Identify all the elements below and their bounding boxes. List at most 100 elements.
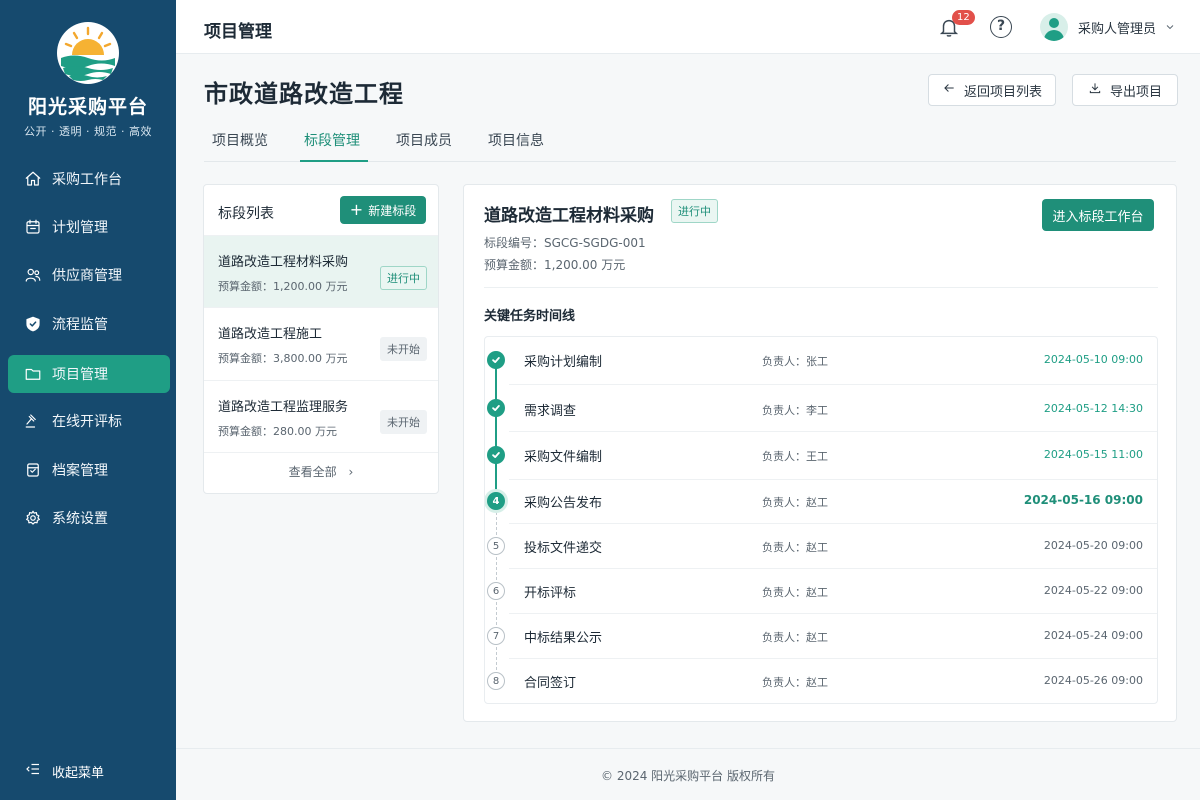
task-time: 2024-05-10 09:00 [1043, 353, 1143, 366]
sun-sea-logo [57, 22, 119, 84]
tab-members[interactable]: 项目成员 [396, 130, 456, 162]
segment-item[interactable]: 道路改造工程材料采购 预算金额：1,200.00 万元 进行中 [204, 235, 438, 307]
archive-icon [24, 461, 42, 479]
status-badge: 进行中 [671, 199, 718, 223]
users-icon [24, 266, 42, 284]
brand-name: 阳光采购平台 [27, 96, 148, 118]
task-name: 采购文件编制 [524, 450, 603, 465]
sidebar-item-archive[interactable]: 档案管理 [8, 451, 170, 489]
gear-icon [24, 509, 42, 527]
home-icon [24, 170, 42, 188]
tab-overview[interactable]: 项目概览 [212, 130, 272, 162]
notification-button[interactable]: 12 [938, 10, 975, 38]
back-to-list-button[interactable]: 返回项目列表 [928, 74, 1056, 106]
task-owner: 负责人：张工 [762, 355, 828, 368]
page-title: 市政道路改造工程 [204, 80, 404, 108]
export-button-label: 导出项目 [1109, 84, 1162, 100]
segment-budget: 预算金额：1,200.00 万元 [484, 258, 626, 272]
enter-workbench-button[interactable]: 进入标段工作台 [1042, 199, 1154, 231]
step-number: 4 [487, 492, 505, 510]
task-name: 投标文件递交 [524, 541, 603, 556]
sidebar-item-supplier[interactable]: 供应商管理 [8, 256, 170, 294]
status-badge: 未开始 [380, 410, 427, 434]
new-segment-button[interactable]: + 新建标段 [340, 196, 426, 224]
folder-icon [24, 365, 42, 383]
task-name: 需求调查 [524, 404, 577, 419]
help-icon[interactable]: ? [990, 16, 1012, 38]
task-time: 2024-05-22 09:00 [1043, 584, 1143, 597]
task-owner: 负责人：赵工 [762, 631, 828, 644]
timeline-row: 7 中标结果公示 负责人：赵工 2024-05-24 09:00 [487, 614, 1157, 659]
collapse-menu-button[interactable]: 收起菜单 [24, 760, 104, 782]
segment-item[interactable]: 道路改造工程施工 预算金额：3,800.00 万元 未开始 [204, 307, 438, 379]
sidebar-item-process[interactable]: 流程监管 [8, 305, 170, 343]
segment-detail-panel: 道路改造工程材料采购 进行中 标段编号：SGCG-SGDG-001 预算金额：1… [463, 184, 1177, 722]
gavel-icon [24, 412, 42, 430]
status-badge: 进行中 [380, 266, 427, 290]
collapse-label: 收起菜单 [52, 765, 105, 781]
segment-name: 道路改造工程监理服务 [218, 400, 349, 415]
sidebar: 阳光采购平台 公开 · 透明 · 规范 · 高效 采购工作台 计划管理 供应商管… [0, 0, 176, 800]
sidebar-item-bidding[interactable]: 在线开评标 [8, 402, 170, 440]
task-owner: 负责人：赵工 [762, 496, 828, 509]
export-project-button[interactable]: 导出项目 [1072, 74, 1178, 106]
task-owner: 负责人：赵工 [762, 676, 828, 689]
view-all-link[interactable]: 查看全部 › [204, 463, 438, 480]
chevron-right-icon: › [348, 465, 354, 479]
task-name: 采购公告发布 [524, 496, 603, 511]
notification-badge: 12 [952, 10, 975, 25]
header-title: 项目管理 [204, 22, 272, 42]
timeline-row: 采购文件编制 负责人：王工 2024-05-15 11:00 [487, 432, 1157, 480]
task-name: 中标结果公示 [524, 631, 603, 646]
segment-name: 道路改造工程材料采购 [218, 255, 349, 270]
timeline-row-current: 4 采购公告发布 负责人：赵工 2024-05-16 09:00 [487, 480, 1157, 524]
brand-slogan: 公开 · 透明 · 规范 · 高效 [24, 125, 152, 138]
task-time: 2024-05-15 11:00 [1043, 448, 1143, 461]
tab-segments[interactable]: 标段管理 [300, 130, 368, 162]
top-header: 项目管理 12 ? 采购人管理员 [176, 0, 1200, 54]
sidebar-item-label: 供应商管理 [52, 268, 122, 284]
download-icon [1088, 81, 1110, 99]
back-button-label: 返回项目列表 [963, 84, 1042, 100]
copyright-text: © 2024 阳光采购平台 版权所有 [601, 769, 775, 783]
timeline-row: 8 合同签订 负责人：赵工 2024-05-26 09:00 [487, 659, 1157, 703]
segment-budget: 预算金额：280.00 万元 [218, 425, 337, 438]
avatar [1040, 13, 1068, 41]
task-owner: 负责人：李工 [762, 404, 828, 417]
sidebar-item-label: 档案管理 [52, 463, 108, 479]
segment-list-panel: 标段列表 + 新建标段 道路改造工程材料采购 预算金额：1,200.00 万元 … [203, 184, 439, 494]
task-time: 2024-05-16 09:00 [1023, 493, 1143, 507]
task-timeline: 采购计划编制 负责人：张工 2024-05-10 09:00 需求调查 负责人：… [484, 336, 1158, 704]
segment-code: 标段编号：SGCG-SGDG-001 [484, 236, 646, 250]
step-number: 5 [487, 537, 505, 555]
footer: © 2024 阳光采购平台 版权所有 [176, 748, 1200, 800]
timeline-row: 6 开标评标 负责人：赵工 2024-05-22 09:00 [487, 569, 1157, 614]
new-segment-label: 新建标段 [368, 203, 417, 218]
task-time: 2024-05-26 09:00 [1043, 674, 1143, 687]
sidebar-item-workbench[interactable]: 采购工作台 [8, 160, 170, 198]
arrow-left-icon [942, 81, 964, 99]
segment-detail-title: 道路改造工程材料采购 [484, 206, 654, 226]
status-badge: 未开始 [380, 337, 427, 361]
step-number: 6 [487, 582, 505, 600]
step-number: 8 [487, 672, 505, 690]
sidebar-item-plan[interactable]: 计划管理 [8, 208, 170, 246]
task-name: 采购计划编制 [524, 355, 603, 370]
segment-item[interactable]: 道路改造工程监理服务 预算金额：280.00 万元 未开始 [204, 380, 438, 452]
sidebar-item-label: 流程监管 [52, 317, 108, 333]
task-owner: 负责人：赵工 [762, 586, 828, 599]
tab-info[interactable]: 项目信息 [488, 130, 548, 162]
user-menu[interactable]: 采购人管理员 [1040, 13, 1176, 41]
sidebar-item-label: 系统设置 [52, 511, 108, 527]
sidebar-item-project[interactable]: 项目管理 [8, 355, 170, 393]
collapse-icon [24, 760, 52, 782]
bell-icon [938, 19, 960, 42]
timeline-row: 5 投标文件递交 负责人：赵工 2024-05-20 09:00 [487, 524, 1157, 569]
check-icon [487, 446, 505, 464]
user-name: 采购人管理员 [1078, 21, 1157, 37]
sidebar-item-label: 采购工作台 [52, 172, 122, 188]
check-icon [487, 351, 505, 369]
timeline-row: 采购计划编制 负责人：张工 2024-05-10 09:00 [485, 337, 1157, 384]
sidebar-item-settings[interactable]: 系统设置 [8, 499, 170, 537]
divider [484, 287, 1158, 288]
